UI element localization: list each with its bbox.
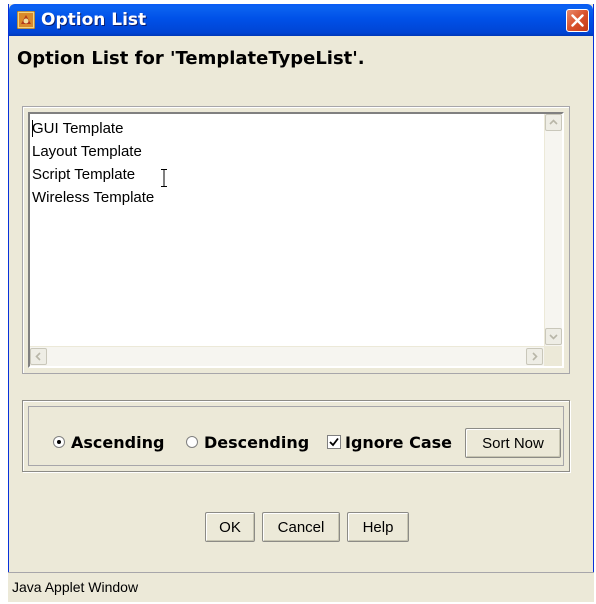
arrow-up-icon — [549, 119, 558, 125]
status-text: Java Applet Window — [12, 579, 139, 595]
title-bar[interactable]: Option List — [9, 4, 593, 36]
scroll-left-button[interactable] — [30, 348, 47, 365]
scroll-corner — [544, 346, 562, 366]
ok-button[interactable]: OK — [205, 512, 255, 542]
radio-selected-dot — [57, 440, 61, 444]
help-button[interactable]: Help — [347, 512, 409, 542]
options-textarea[interactable]: GUI Template Layout Template Script Templa… — [30, 114, 542, 346]
status-bar: Java Applet Window — [8, 572, 594, 602]
options-listbox[interactable]: GUI Template Layout Template Script Templa… — [28, 112, 564, 368]
horizontal-scrollbar[interactable] — [30, 346, 544, 366]
scroll-up-button[interactable] — [545, 114, 562, 131]
ibeam-cursor-icon — [161, 169, 167, 187]
descending-radio[interactable]: Descending — [186, 432, 309, 452]
ascending-label: Ascending — [71, 432, 165, 452]
cancel-button[interactable]: Cancel — [262, 512, 340, 542]
close-icon — [571, 14, 584, 27]
arrow-left-icon — [35, 352, 41, 361]
list-item[interactable]: GUI Template — [32, 117, 542, 140]
list-item[interactable]: Wireless Template — [32, 186, 542, 209]
window-title: Option List — [41, 10, 147, 30]
list-item[interactable]: Script Template — [32, 163, 542, 186]
arrow-down-icon — [549, 334, 558, 340]
scroll-down-button[interactable] — [545, 328, 562, 345]
descending-label: Descending — [204, 432, 310, 452]
sort-now-button[interactable]: Sort Now — [465, 428, 561, 458]
text-caret — [32, 120, 33, 137]
ignore-case-checkbox[interactable]: Ignore Case — [327, 432, 452, 452]
dialog-heading: Option List for 'TemplateTypeList'. — [17, 48, 365, 69]
java-app-icon — [16, 10, 36, 30]
ascending-radio-circle[interactable] — [53, 436, 65, 448]
descending-radio-circle[interactable] — [186, 436, 198, 448]
vertical-scrollbar[interactable] — [544, 114, 562, 346]
ignore-case-check-box[interactable] — [327, 435, 341, 449]
list-item[interactable]: Layout Template — [32, 140, 542, 163]
close-button[interactable] — [566, 9, 589, 32]
scroll-right-button[interactable] — [526, 348, 543, 365]
arrow-right-icon — [532, 352, 538, 361]
ascending-radio[interactable]: Ascending — [53, 432, 164, 452]
ignore-case-label: Ignore Case — [345, 432, 453, 452]
checkmark-icon — [329, 437, 339, 447]
